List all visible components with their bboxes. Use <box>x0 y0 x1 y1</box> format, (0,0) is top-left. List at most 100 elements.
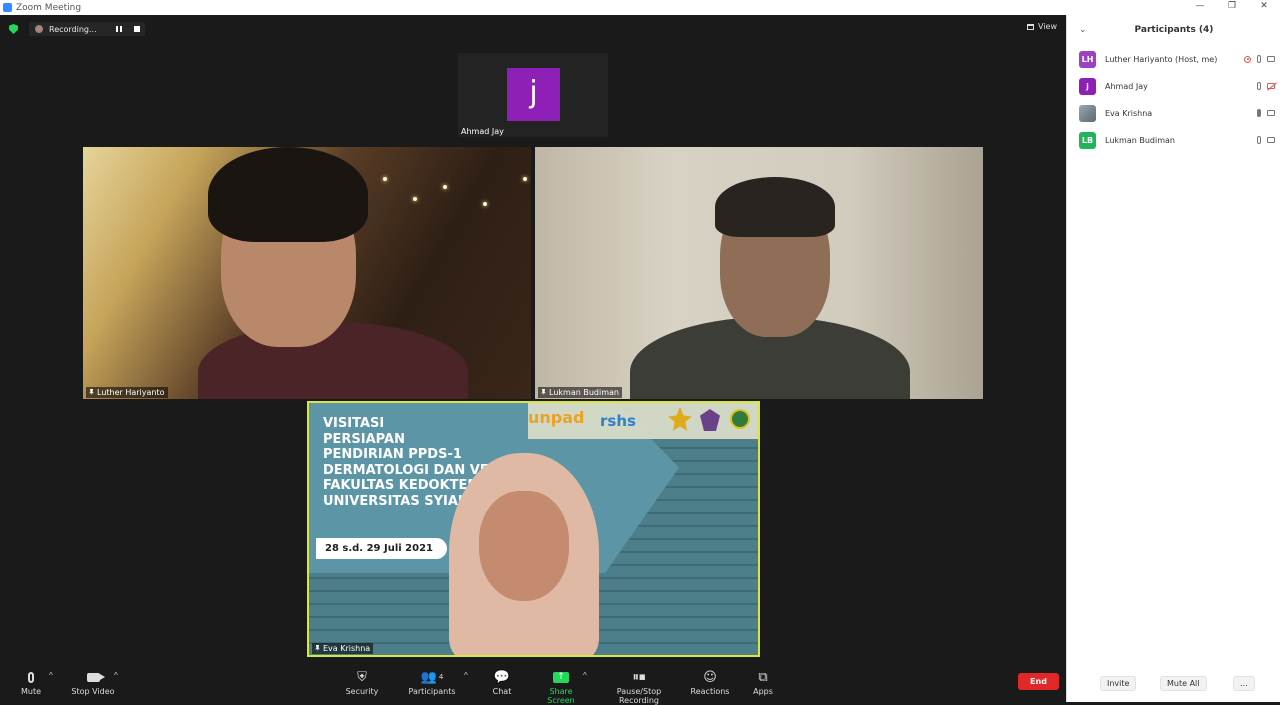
participant-row[interactable]: Eva Krishna <box>1067 100 1280 127</box>
share-options-caret-icon[interactable]: ^ <box>583 671 587 680</box>
microphone-icon <box>28 671 34 683</box>
participant-name: Eva Krishna <box>323 644 371 653</box>
person-hair <box>715 177 835 237</box>
slide-line: PERSIAPAN <box>323 431 405 447</box>
apps-icon: ⧉ <box>758 669 768 685</box>
share-screen-label: Share Screen <box>547 687 575 705</box>
mute-all-button[interactable]: Mute All <box>1160 676 1207 691</box>
restore-button[interactable]: ❐ <box>1216 0 1248 15</box>
recording-indicator: Recording... <box>29 22 145 36</box>
view-button[interactable]: View <box>1027 22 1057 31</box>
microphone-icon[interactable] <box>1257 82 1261 90</box>
participants-icon: 👥 4 <box>420 669 444 685</box>
avatar: LB <box>1079 132 1096 149</box>
avatar <box>1079 105 1096 122</box>
invite-button[interactable]: Invite <box>1100 676 1137 691</box>
recording-icon <box>1244 55 1251 63</box>
rshs-logo: rshs <box>600 412 636 430</box>
crest-logo <box>700 409 720 431</box>
microphone-active-icon[interactable] <box>1257 109 1261 117</box>
camera-icon[interactable] <box>1267 110 1275 116</box>
video-tile-lukman[interactable]: Lukman Budiman <box>535 147 983 399</box>
pause-stop-recording-button[interactable]: ⏸⏹ Pause/Stop Recording <box>598 667 680 705</box>
view-grid-icon <box>1027 23 1034 30</box>
participants-count: 4 <box>438 673 444 681</box>
participant-name-label: Lukman Budiman <box>538 387 622 398</box>
video-stage: Recording... View j Ahmad Jay Luther Har… <box>0 15 1066 667</box>
participants-caret-icon[interactable]: ^ <box>464 671 468 680</box>
participants-panel: ⌄ Participants (4) LH Luther Hariyanto (… <box>1066 15 1280 702</box>
end-meeting-button[interactable]: End <box>1018 673 1059 690</box>
security-shield-icon[interactable] <box>9 24 18 34</box>
light-decoration <box>523 177 527 181</box>
participant-row[interactable]: j Ahmad Jay <box>1067 73 1280 100</box>
mute-button[interactable]: Mute <box>15 667 47 702</box>
stop-video-button[interactable]: Stop Video <box>68 667 118 702</box>
participant-thumbnail[interactable]: j Ahmad Jay <box>458 53 608 137</box>
window-titlebar: Zoom Meeting — ❐ ✕ <box>0 0 1280 15</box>
participant-name: Lukman Budiman <box>1105 136 1175 145</box>
participants-button[interactable]: 👥 4 Participants <box>408 667 456 702</box>
light-decoration <box>483 202 487 206</box>
participant-row[interactable]: LB Lukman Budiman <box>1067 127 1280 154</box>
pause-stop-icon: ⏸⏹ <box>632 669 646 685</box>
crest-logo <box>668 407 692 431</box>
crest-logo <box>730 409 750 429</box>
chat-button[interactable]: 💬 Chat <box>488 667 516 702</box>
panel-title: Participants (4) <box>1134 25 1214 35</box>
reactions-button[interactable]: ☺ Reactions <box>690 667 730 702</box>
light-decoration <box>443 185 447 189</box>
person-hair <box>208 147 368 242</box>
slide-date: 28 s.d. 29 Juli 2021 <box>316 538 447 559</box>
light-decoration <box>413 197 417 201</box>
apps-label: Apps <box>753 687 773 696</box>
share-screen-button[interactable]: ↑ Share Screen <box>536 667 586 705</box>
smiley-icon: ☺ <box>703 669 717 685</box>
participant-name: Lukman Budiman <box>549 388 619 397</box>
person-body <box>198 322 468 399</box>
camera-icon[interactable] <box>1267 56 1275 62</box>
participant-name: Luther Hariyanto (Host, me) <box>1105 55 1218 64</box>
microphone-icon[interactable] <box>1257 136 1261 144</box>
participant-name-label: Luther Hariyanto <box>86 387 168 398</box>
participant-name: Eva Krishna <box>1105 109 1153 118</box>
recording-dot-icon <box>35 25 43 33</box>
participant-row[interactable]: LH Luther Hariyanto (Host, me) <box>1067 46 1280 73</box>
camera-icon <box>86 672 105 682</box>
window-title: Zoom Meeting <box>16 2 82 13</box>
pause-recording-icon[interactable] <box>116 26 122 32</box>
microphone-icon[interactable] <box>1257 55 1261 63</box>
video-tile-eva-active-speaker[interactable]: unpad rshs VISITASI PERSIAPAN PENDIRIAN … <box>307 401 760 657</box>
avatar: j <box>507 68 560 121</box>
panel-header: ⌄ Participants (4) <box>1067 15 1280 45</box>
apps-button[interactable]: ⧉ Apps <box>750 667 776 702</box>
chat-icon: 💬 <box>493 669 511 685</box>
avatar: LH <box>1079 51 1096 68</box>
more-options-button[interactable]: ... <box>1233 676 1255 691</box>
close-window-button[interactable]: ✕ <box>1248 0 1280 15</box>
unpad-logo: unpad <box>528 408 585 427</box>
minimize-button[interactable]: — <box>1184 0 1216 15</box>
share-screen-icon: ↑ <box>553 671 569 683</box>
security-label: Security <box>345 687 379 696</box>
person-face <box>479 491 569 601</box>
audio-options-caret-icon[interactable]: ^ <box>49 671 53 680</box>
stop-video-label: Stop Video <box>71 687 115 696</box>
participant-name-label: Ahmad Jay <box>461 127 504 136</box>
slide-line: PENDIRIAN PPDS-1 <box>323 447 462 462</box>
pin-icon <box>541 389 546 396</box>
video-options-caret-icon[interactable]: ^ <box>114 671 118 680</box>
camera-off-icon[interactable] <box>1267 83 1275 89</box>
participant-name-label: Eva Krishna <box>312 643 374 654</box>
recording-label: Recording... <box>49 24 97 34</box>
shield-icon: ⛨ <box>357 669 367 685</box>
stop-recording-icon[interactable] <box>134 26 140 32</box>
camera-icon[interactable] <box>1267 137 1275 143</box>
mute-label: Mute <box>20 687 42 696</box>
video-tile-luther[interactable]: Luther Hariyanto <box>83 147 531 399</box>
pause-stop-label: Pause/Stop Recording <box>616 687 662 705</box>
security-button[interactable]: ⛨ Security <box>343 667 381 702</box>
meeting-toolbar: Mute ^ Stop Video ^ ⛨ Security 👥 4 Partic… <box>0 667 1066 705</box>
slide-line: VISITASI <box>323 416 385 431</box>
light-decoration <box>383 177 387 181</box>
